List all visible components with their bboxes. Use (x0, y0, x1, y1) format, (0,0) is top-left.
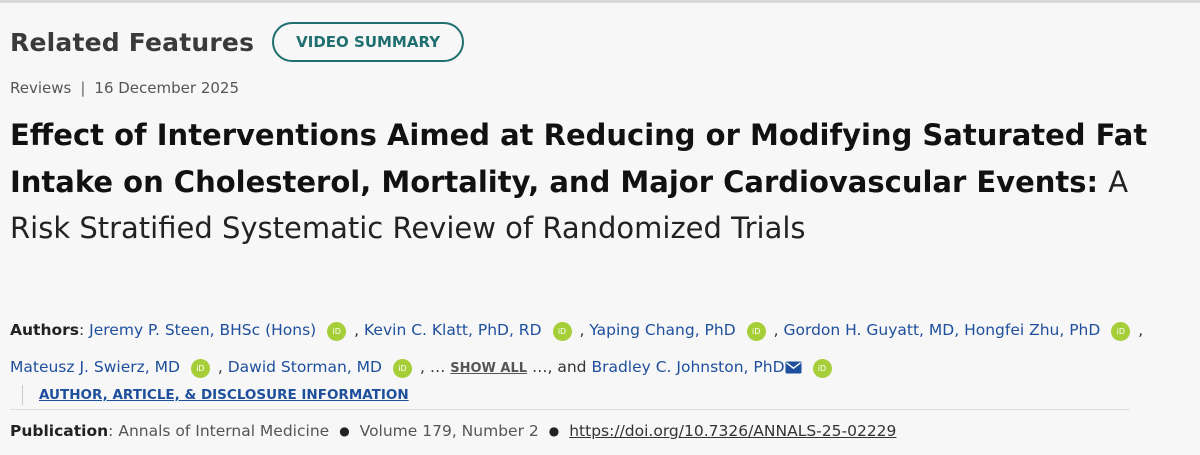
author-comma: , (354, 321, 360, 339)
vertical-divider (22, 385, 23, 405)
author-comma: , (579, 321, 585, 339)
author-link-swierz[interactable]: Mateusz J. Swierz, MD (10, 358, 180, 376)
publication-row: Publication: Annals of Internal Medicine… (10, 422, 896, 440)
video-summary-button[interactable]: VIDEO SUMMARY (272, 22, 465, 62)
mail-icon[interactable] (785, 351, 802, 388)
author-link-johnston[interactable]: Bradley C. Johnston, PhD (591, 358, 784, 376)
and-text: , and (547, 358, 587, 376)
bullet-separator: ● (339, 424, 350, 438)
author-link-chang[interactable]: Yaping Chang, PhD (589, 321, 735, 339)
author-link-storman[interactable]: Dawid Storman, MD (228, 358, 382, 376)
orcid-icon[interactable]: iD (190, 359, 210, 378)
ellipsis: … (429, 358, 446, 376)
author-link-klatt[interactable]: Kevin C. Klatt, PhD, RD (364, 321, 541, 339)
section-divider (10, 409, 1130, 410)
article-title-main: Effect of Interventions Aimed at Reducin… (10, 118, 1148, 199)
orcid-icon[interactable]: iD (552, 322, 572, 341)
publication-label: Publication (10, 422, 109, 440)
top-divider (0, 0, 1200, 3)
journal-name: Annals of Internal Medicine (118, 422, 330, 440)
authors-block: Authors: Jeremy P. Steen, BHSc (Hons) iD … (10, 312, 1170, 388)
authors-label: Authors (10, 321, 79, 339)
article-date: 16 December 2025 (94, 79, 239, 97)
meta-separator: | (80, 79, 86, 97)
related-features-row: Related Features VIDEO SUMMARY (10, 22, 465, 62)
author-article-disclosure-link[interactable]: AUTHOR, ARTICLE, & DISCLOSURE INFORMATIO… (39, 387, 409, 403)
author-comma: , (773, 321, 779, 339)
bullet-separator: ● (548, 424, 560, 438)
author-comma: , (217, 358, 223, 376)
article-title: Effect of Interventions Aimed at Reducin… (10, 112, 1160, 252)
disclosure-row: AUTHOR, ARTICLE, & DISCLOSURE INFORMATIO… (22, 384, 409, 406)
author-comma: , (419, 358, 425, 376)
doi-link[interactable]: https://doi.org/10.7326/ANNALS-25-02229 (569, 422, 896, 440)
orcid-icon[interactable]: iD (393, 359, 412, 378)
article-meta: Reviews | 16 December 2025 (10, 79, 239, 97)
orcid-icon[interactable]: iD (746, 322, 766, 341)
publication-colon: : (108, 422, 114, 440)
authors-colon: : (79, 321, 85, 339)
orcid-icon[interactable]: iD (327, 322, 347, 341)
author-comma: , (1138, 321, 1144, 339)
ellipsis: … (531, 358, 548, 376)
show-all-authors-button[interactable]: SHOW ALL (450, 361, 527, 376)
volume-issue: Volume 179, Number 2 (359, 422, 539, 440)
orcid-icon[interactable]: iD (812, 359, 832, 378)
author-link-guyatt-zhu[interactable]: Gordon H. Guyatt, MD, Hongfei Zhu, PhD (783, 321, 1100, 339)
orcid-icon[interactable]: iD (1111, 322, 1131, 341)
author-link-steen[interactable]: Jeremy P. Steen, BHSc (Hons) (89, 321, 316, 339)
related-features-heading: Related Features (10, 27, 255, 57)
article-type: Reviews (10, 79, 72, 97)
